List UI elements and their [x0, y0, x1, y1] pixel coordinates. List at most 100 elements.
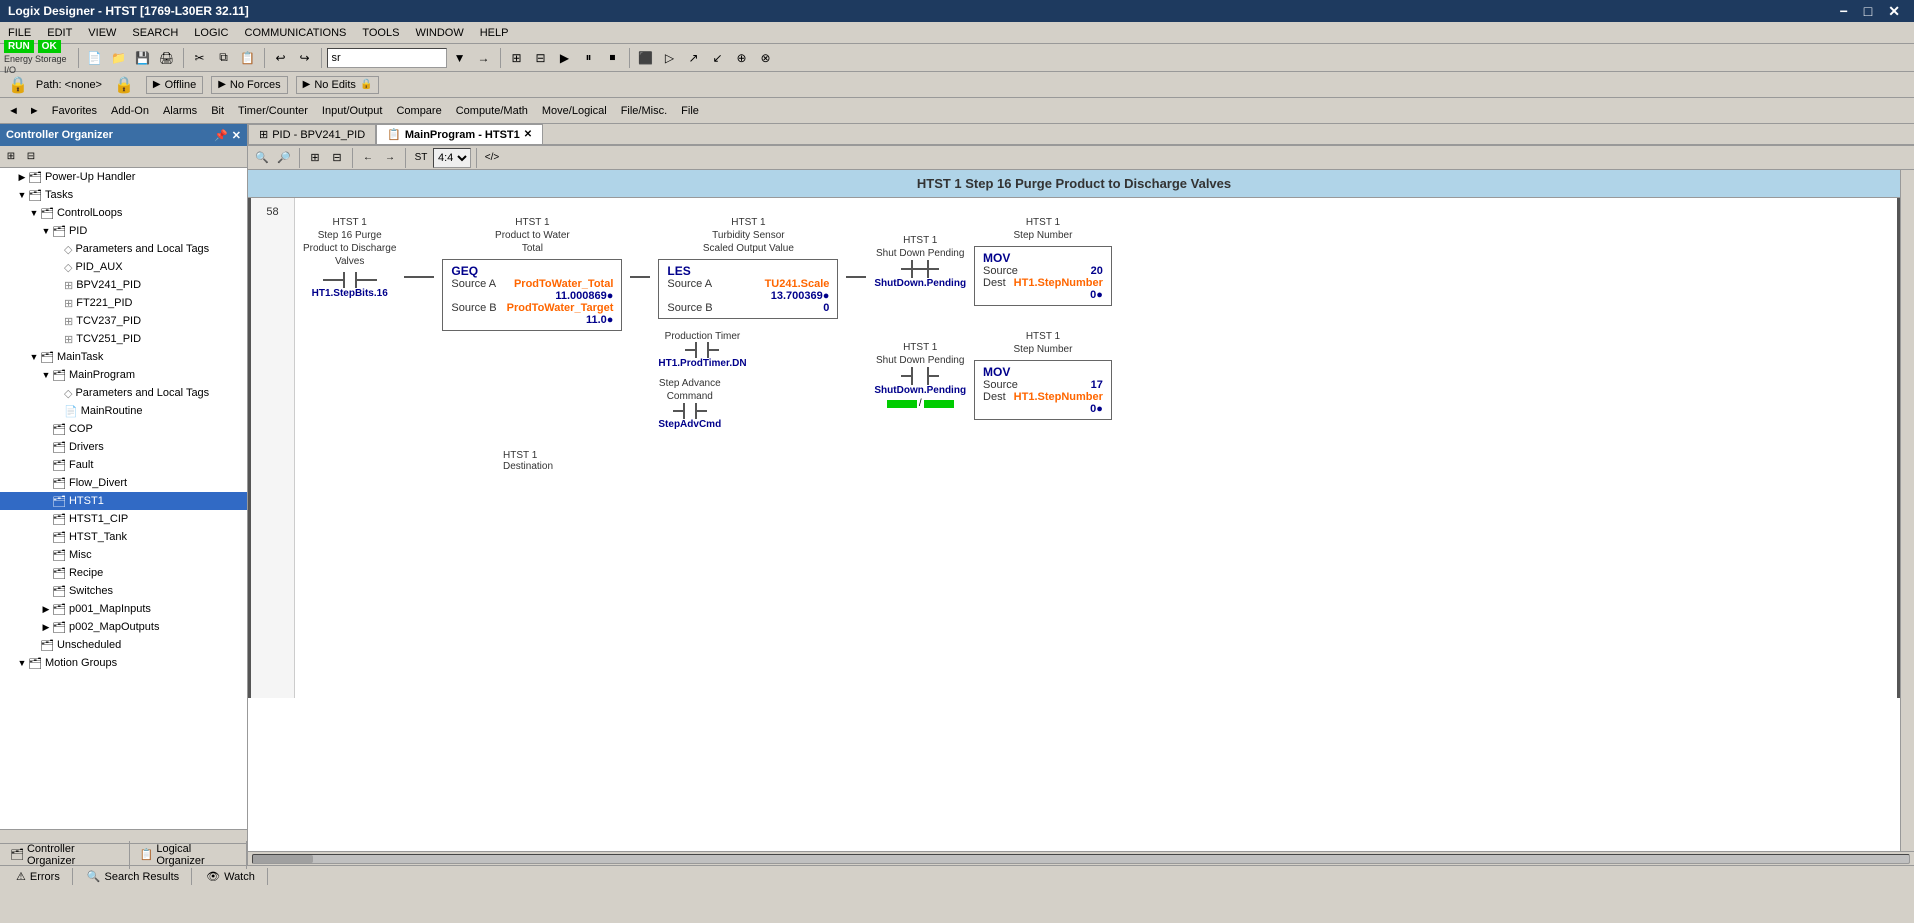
tree-arrow-controlloops[interactable]: ▼	[28, 207, 40, 219]
menu-communications[interactable]: COMMUNICATIONS	[237, 25, 355, 41]
tb-btn-7[interactable]: ▷	[659, 47, 681, 69]
delete-rung-btn[interactable]: ⊟	[327, 148, 347, 168]
redo-button[interactable]: ↪	[294, 47, 316, 69]
tb-btn-2[interactable]: ⊟	[530, 47, 552, 69]
search-go[interactable]: →	[473, 47, 495, 69]
tree-arrow-motiongroups[interactable]: ▼	[16, 657, 28, 669]
tree-item-tcv251[interactable]: ⊞ TCV251_PID	[0, 330, 247, 348]
tree-item-powerup[interactable]: ▶ 🗂 Power-Up Handler	[0, 168, 247, 186]
tree-item-params-local-1[interactable]: ◇ Parameters and Local Tags	[0, 240, 247, 258]
tree-item-drivers[interactable]: 🗂 Drivers	[0, 438, 247, 456]
zoom-out-btn[interactable]: 🔎	[274, 148, 294, 168]
copy-button[interactable]: ⧉	[213, 47, 235, 69]
search-results-tab[interactable]: 🔍 Search Results	[75, 868, 192, 885]
menu-search[interactable]: SEARCH	[124, 25, 186, 41]
tree-item-misc[interactable]: 🗂 Misc	[0, 546, 247, 564]
fav-bit[interactable]: Bit	[205, 103, 230, 119]
fav-favorites[interactable]: Favorites	[46, 103, 103, 119]
menu-tools[interactable]: TOOLS	[354, 25, 407, 41]
tree-item-cop[interactable]: 🗂 COP	[0, 420, 247, 438]
tb-btn-10[interactable]: ⊕	[731, 47, 753, 69]
logical-organizer-tab[interactable]: 📋 Logical Organizer	[130, 841, 247, 869]
tree-item-maintask[interactable]: ▼ 🗂 MainTask	[0, 348, 247, 366]
fav-movelogical[interactable]: Move/Logical	[536, 103, 613, 119]
tb-btn-9[interactable]: ↙	[707, 47, 729, 69]
print-button[interactable]: 🖨	[156, 47, 178, 69]
tree-arrow-p002[interactable]: ▶	[40, 621, 52, 633]
fav-compare[interactable]: Compare	[390, 103, 447, 119]
fav-inputoutput[interactable]: Input/Output	[316, 103, 389, 119]
tree-item-htst1[interactable]: 🗂 HTST1	[0, 492, 247, 510]
save-button[interactable]: 💾	[132, 47, 154, 69]
tree-item-recipe[interactable]: 🗂 Recipe	[0, 564, 247, 582]
tab-pid-bpv[interactable]: ⊞ PID - BPV241_PID	[248, 124, 376, 144]
menu-logic[interactable]: LOGIC	[186, 25, 236, 41]
hscroll-track[interactable]	[252, 854, 1910, 864]
collapse-all-btn[interactable]: </>	[482, 148, 502, 168]
tree-item-ft221[interactable]: ⊞ FT221_PID	[0, 294, 247, 312]
fav-nav-right[interactable]: ►	[25, 103, 44, 119]
zoom-select[interactable]: 4:4 1:1 2:1	[433, 148, 471, 168]
tree-expand-all[interactable]: ⊞	[2, 148, 20, 166]
tb-btn-8[interactable]: ↗	[683, 47, 705, 69]
close-button[interactable]: ✕	[1882, 3, 1906, 20]
tree-arrow-p001[interactable]: ▶	[40, 603, 52, 615]
tree-item-mainprogram[interactable]: ▼ 🗂 MainProgram	[0, 366, 247, 384]
tree-item-unscheduled[interactable]: 🗂 Unscheduled	[0, 636, 247, 654]
tree-item-htsttank[interactable]: 🗂 HTST_Tank	[0, 528, 247, 546]
cut-button[interactable]: ✂	[189, 47, 211, 69]
insert-rung-btn[interactable]: ⊞	[305, 148, 325, 168]
tree-item-motiongroups[interactable]: ▼ 🗂 Motion Groups	[0, 654, 247, 672]
tree-item-tcv237[interactable]: ⊞ TCV237_PID	[0, 312, 247, 330]
tree-arrow-maintask[interactable]: ▼	[28, 351, 40, 363]
maximize-button[interactable]: □	[1858, 3, 1878, 20]
fav-nav-left[interactable]: ◄	[4, 103, 23, 119]
tree-item-fault[interactable]: 🗂 Fault	[0, 456, 247, 474]
menu-edit[interactable]: EDIT	[39, 25, 80, 41]
tb-btn-11[interactable]: ⊗	[755, 47, 777, 69]
ctrl-organizer-tab[interactable]: 🗂 Controller Organizer	[0, 841, 130, 869]
fav-computemath[interactable]: Compute/Math	[450, 103, 534, 119]
fav-file[interactable]: File	[675, 103, 705, 119]
ctrl-panel-pin[interactable]: 📌	[214, 129, 228, 142]
tb-btn-6[interactable]: ⬛	[635, 47, 657, 69]
tab-mainprogram-htst1[interactable]: 📋 MainProgram - HTST1 ✕	[376, 124, 543, 144]
fav-alarms[interactable]: Alarms	[157, 103, 203, 119]
menu-help[interactable]: HELP	[472, 25, 517, 41]
menu-view[interactable]: VIEW	[80, 25, 124, 41]
tree-item-mainroutine[interactable]: 📄 MainRoutine	[0, 402, 247, 420]
append-branch-btn[interactable]: ←	[358, 148, 378, 168]
tree-item-params-local-2[interactable]: ◇ Parameters and Local Tags	[0, 384, 247, 402]
tb-btn-5[interactable]: ⏹	[602, 47, 624, 69]
paste-button[interactable]: 📋	[237, 47, 259, 69]
tb-btn-3[interactable]: ▶	[554, 47, 576, 69]
tree-item-switches[interactable]: 🗂 Switches	[0, 582, 247, 600]
tab-close-main[interactable]: ✕	[524, 129, 532, 140]
search-input[interactable]	[327, 48, 447, 68]
hscroll-thumb[interactable]	[253, 855, 313, 863]
tree-item-p001[interactable]: ▶ 🗂 p001_MapInputs	[0, 600, 247, 618]
tree-item-htst1cip[interactable]: 🗂 HTST1_CIP	[0, 510, 247, 528]
fav-filemisc[interactable]: File/Misc.	[615, 103, 673, 119]
inline-st-btn[interactable]: ST	[411, 148, 431, 168]
tree-item-flowdivert[interactable]: 🗂 Flow_Divert	[0, 474, 247, 492]
tree-item-controlloops[interactable]: ▼ 🗂 ControlLoops	[0, 204, 247, 222]
search-button[interactable]: ▼	[449, 47, 471, 69]
tb-btn-1[interactable]: ⊞	[506, 47, 528, 69]
tree-arrow-powerup[interactable]: ▶	[16, 171, 28, 183]
diagram-scroll[interactable]: HTST 1 Step 16 Purge Product to Discharg…	[248, 170, 1900, 851]
menu-file[interactable]: FILE	[0, 25, 39, 41]
tree-item-pid-aux[interactable]: ◇ PID_AUX	[0, 258, 247, 276]
tree-item-p002[interactable]: ▶ 🗂 p002_MapOutputs	[0, 618, 247, 636]
tree-item-tasks[interactable]: ▼ 🗂 Tasks	[0, 186, 247, 204]
prepend-branch-btn[interactable]: →	[380, 148, 400, 168]
tree-collapse-all[interactable]: ⊟	[22, 148, 40, 166]
minimize-button[interactable]: −	[1834, 3, 1854, 20]
tb-btn-4[interactable]: ⏸	[578, 47, 600, 69]
tree-item-pid[interactable]: ▼ 🗂 PID	[0, 222, 247, 240]
tree-arrow-pid[interactable]: ▼	[40, 225, 52, 237]
open-button[interactable]: 📁	[108, 47, 130, 69]
ctrl-panel-close[interactable]: ✕	[232, 129, 241, 142]
zoom-in-btn[interactable]: 🔍	[252, 148, 272, 168]
errors-tab[interactable]: ⚠ Errors	[4, 868, 73, 885]
